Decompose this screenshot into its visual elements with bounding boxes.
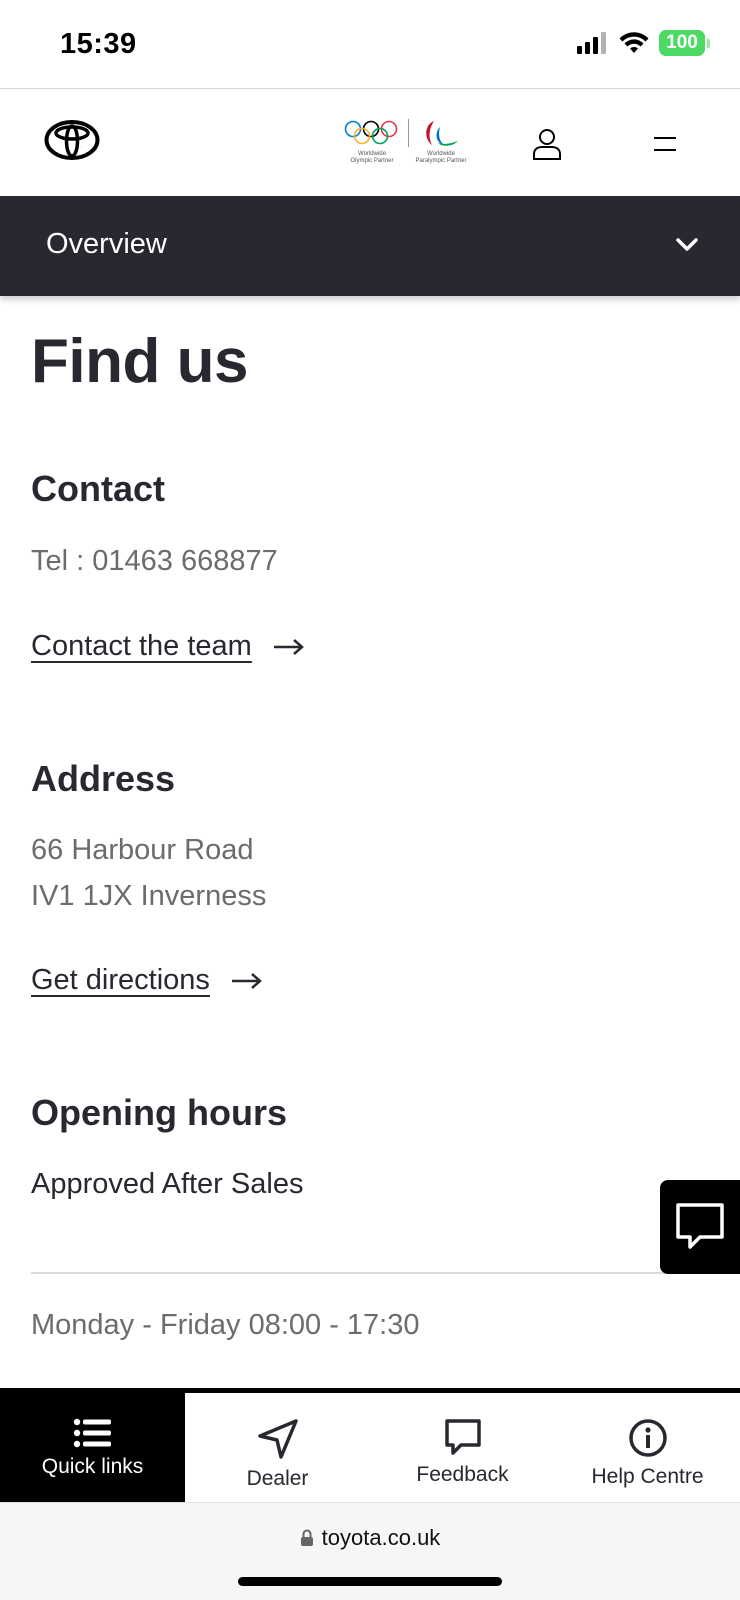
opening-hours-divider	[31, 1272, 740, 1274]
nav-feedback-label: Feedback	[416, 1463, 509, 1486]
overview-label: Overview	[46, 228, 167, 260]
chat-button[interactable]	[660, 1180, 740, 1274]
nav-feedback[interactable]: Feedback	[370, 1393, 555, 1502]
hamburger-menu-icon[interactable]	[648, 131, 682, 157]
list-icon	[73, 1418, 111, 1448]
contact-telephone: Tel : 01463 668877	[31, 545, 278, 577]
account-icon[interactable]	[530, 127, 564, 161]
address-heading: Address	[31, 758, 176, 799]
paralympic-agitos-logo	[426, 121, 458, 146]
bottom-navigation: Quick links Dealer Feedback Help Centre	[0, 1388, 740, 1502]
battery-level: 100	[659, 30, 705, 56]
paralympic-partner-caption: Worldwide Paralympic Partner	[415, 151, 467, 164]
home-indicator[interactable]	[238, 1577, 502, 1586]
nav-quick-links-label: Quick links	[41, 1455, 144, 1478]
status-bar: 15:39 100	[0, 0, 740, 88]
chat-bubble-icon	[676, 1203, 724, 1249]
speech-bubble-icon	[444, 1419, 481, 1455]
toyota-logo[interactable]	[44, 119, 100, 161]
navigation-arrow-icon	[257, 1419, 298, 1459]
olympic-rings-logo	[344, 120, 398, 145]
wifi-icon	[619, 32, 649, 53]
nav-quick-links[interactable]: Quick links	[0, 1393, 185, 1502]
url-display[interactable]: toyota.co.uk	[0, 1525, 740, 1551]
status-time: 15:39	[60, 28, 137, 60]
olympic-partner-caption: Worldwide Olympic Partner	[350, 151, 394, 164]
cellular-signal-icon	[577, 32, 606, 54]
address-line-1: 66 Harbour Road	[31, 834, 254, 866]
status-icons: 100	[577, 30, 710, 56]
battery-icon: 100	[659, 30, 710, 56]
nav-help-centre[interactable]: Help Centre	[555, 1393, 740, 1502]
nav-dealer-label: Dealer	[246, 1467, 309, 1490]
contact-team-link-label: Contact the team	[31, 630, 252, 662]
lock-icon	[300, 1529, 313, 1546]
contact-heading: Contact	[31, 468, 165, 509]
nav-help-centre-label: Help Centre	[591, 1465, 704, 1488]
get-directions-link[interactable]: Get directions	[31, 964, 264, 997]
arrow-right-icon	[273, 638, 304, 655]
overview-dropdown[interactable]: Overview	[0, 196, 740, 296]
site-header: Worldwide Olympic Partner Worldwide Para…	[0, 88, 740, 196]
contact-team-link[interactable]: Contact the team	[31, 630, 306, 663]
opening-hours-heading: Opening hours	[31, 1092, 287, 1133]
opening-hours-weekdays: Monday - Friday 08:00 - 17:30	[31, 1309, 420, 1341]
opening-hours-department: Approved After Sales	[31, 1168, 304, 1200]
chevron-down-icon	[676, 238, 698, 251]
url-text: toyota.co.uk	[321, 1525, 441, 1550]
get-directions-link-label: Get directions	[31, 964, 210, 996]
arrow-right-icon	[231, 972, 262, 989]
info-icon	[628, 1419, 667, 1457]
page-title: Find us	[31, 327, 248, 396]
nav-dealer[interactable]: Dealer	[185, 1393, 370, 1502]
address-line-2: IV1 1JX Inverness	[31, 880, 267, 912]
partner-divider	[408, 119, 409, 147]
